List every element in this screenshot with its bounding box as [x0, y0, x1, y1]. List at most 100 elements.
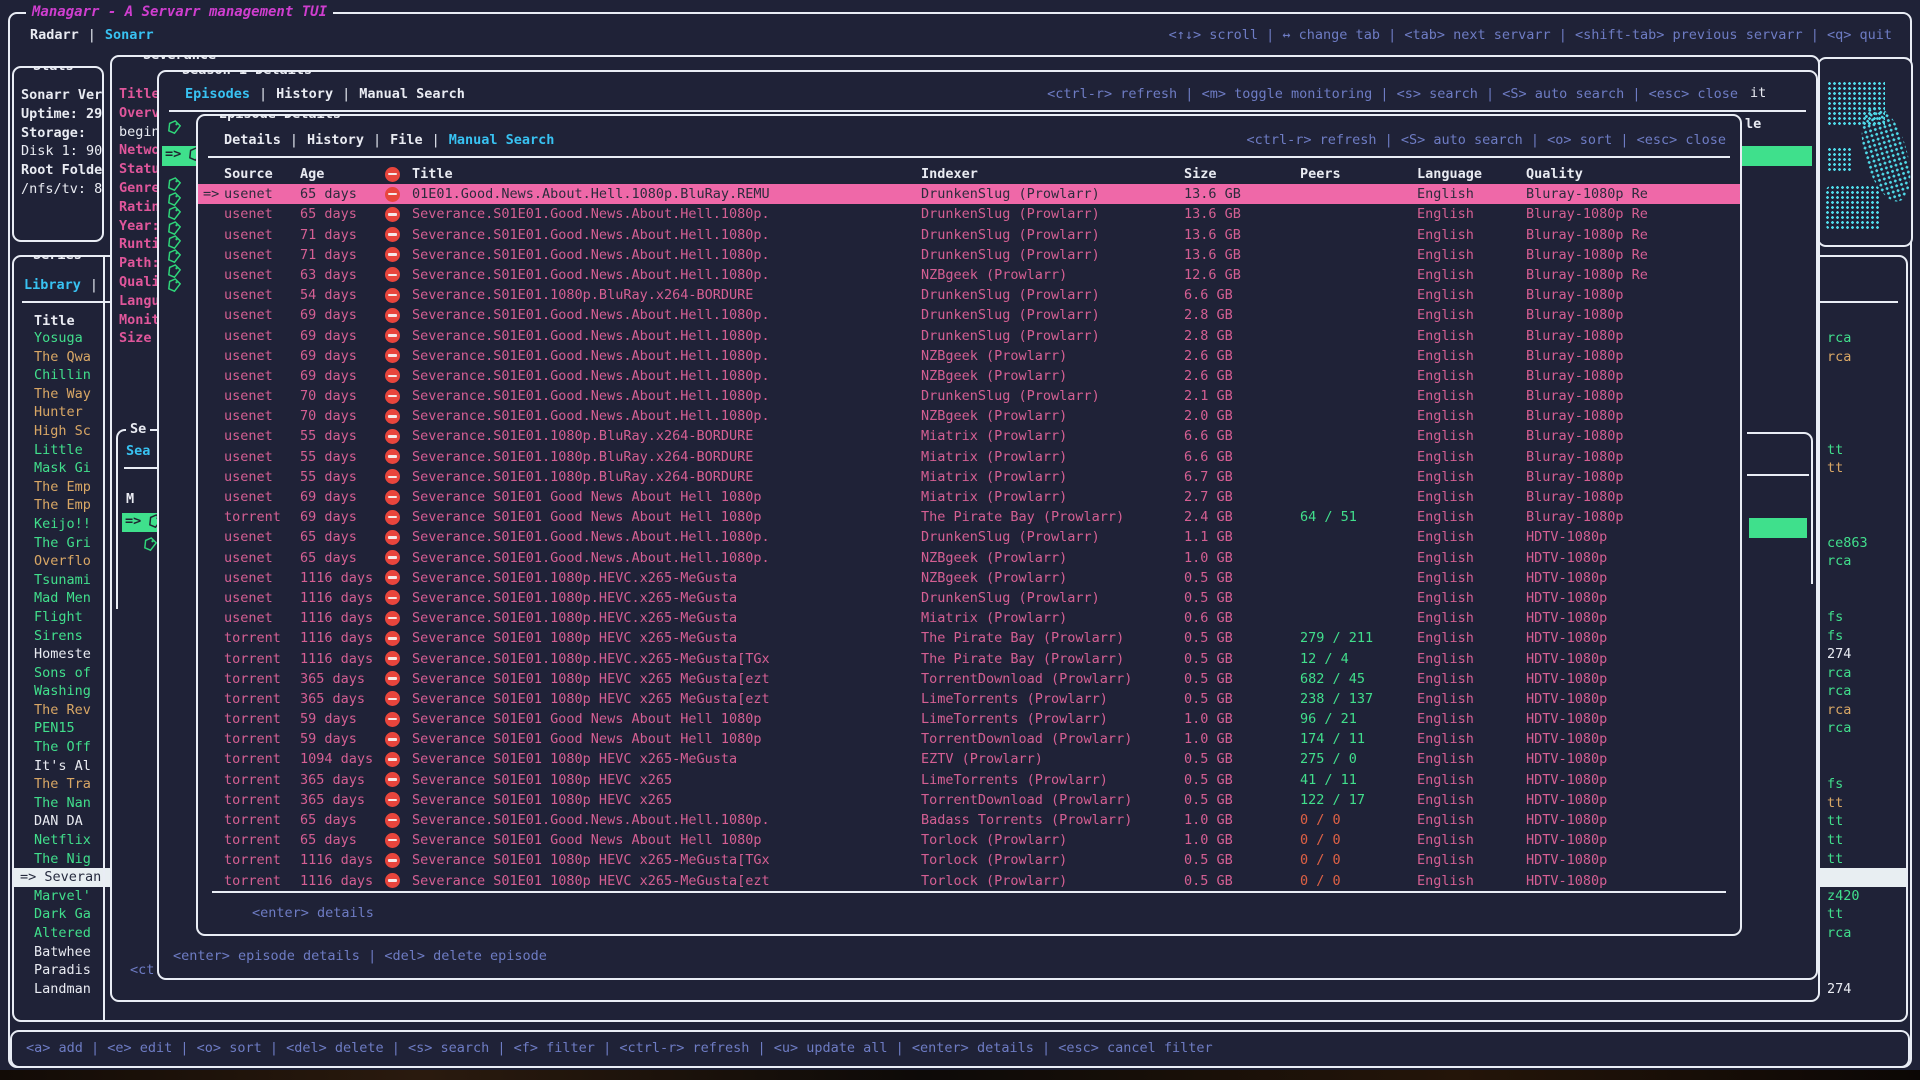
- library-keybinds: <a> add | <e> edit | <o> sort | <del> de…: [26, 1040, 1213, 1056]
- search-result-row[interactable]: torrent59 daysSeverance S01E01 Good News…: [198, 729, 1740, 749]
- rejected-icon: [385, 490, 400, 505]
- search-result-row[interactable]: torrent1116 daysSeverance.S01E01.1080p.H…: [198, 649, 1740, 669]
- result-quality: HDTV-1080p: [1526, 850, 1740, 870]
- result-language: English: [1417, 204, 1526, 224]
- result-title: Severance S01E01 Good News About Hell 10…: [412, 830, 921, 850]
- search-result-row[interactable]: torrent65 daysSeverance S01E01 Good News…: [198, 830, 1740, 850]
- result-title: Severance.S01E01.1080p.HEVC.x265-MeGusta: [412, 568, 921, 588]
- search-result-row[interactable]: usenet1116 daysSeverance.S01E01.1080p.HE…: [198, 588, 1740, 608]
- search-result-row[interactable]: usenet1116 daysSeverance.S01E01.1080p.HE…: [198, 608, 1740, 628]
- seasons-box-tab[interactable]: Sea: [126, 443, 150, 459]
- search-result-row[interactable]: torrent69 daysSeverance S01E01 Good News…: [198, 507, 1740, 527]
- result-size: 0.5 GB: [1184, 628, 1300, 648]
- rejected-icon: [385, 429, 400, 444]
- search-result-row[interactable]: torrent365 daysSeverance S01E01 1080p HE…: [198, 669, 1740, 689]
- search-result-row[interactable]: usenet55 daysSeverance.S01E01.1080p.BluR…: [198, 426, 1740, 446]
- search-result-row[interactable]: usenet55 daysSeverance.S01E01.1080p.BluR…: [198, 447, 1740, 467]
- search-result-row[interactable]: usenet63 daysSeverance.S01E01.Good.News.…: [198, 265, 1740, 285]
- search-result-row[interactable]: torrent59 daysSeverance S01E01 Good News…: [198, 709, 1740, 729]
- search-result-row[interactable]: usenet71 daysSeverance.S01E01.Good.News.…: [198, 245, 1740, 265]
- result-age: 69 days: [300, 346, 372, 366]
- result-rejected: [372, 487, 412, 507]
- result-rejected: [372, 285, 412, 305]
- tab-library[interactable]: Library: [24, 277, 81, 293]
- result-source: torrent: [224, 689, 300, 709]
- result-title: Severance.S01E01.Good.News.About.Hell.10…: [412, 225, 921, 245]
- search-result-row[interactable]: torrent1094 daysSeverance S01E01 1080p H…: [198, 749, 1740, 769]
- search-result-row[interactable]: usenet54 daysSeverance.S01E01.1080p.BluR…: [198, 285, 1740, 305]
- library-column-header: Title: [34, 313, 75, 329]
- result-size: 2.8 GB: [1184, 326, 1300, 346]
- result-indexer: The Pirate Bay (Prowlarr): [921, 507, 1184, 527]
- result-title: Severance.S01E01.1080p.HEVC.x265-MeGusta: [412, 588, 921, 608]
- episode-footer-divider: [212, 891, 1726, 893]
- result-age: 365 days: [300, 669, 372, 689]
- search-result-row[interactable]: usenet70 daysSeverance.S01E01.Good.News.…: [198, 386, 1740, 406]
- monitored-tag-icon: [168, 206, 181, 221]
- result-rejected: [372, 305, 412, 325]
- result-language: English: [1417, 649, 1526, 669]
- result-age: 54 days: [300, 285, 372, 305]
- result-size: 0.5 GB: [1184, 568, 1300, 588]
- search-result-row[interactable]: usenet69 daysSeverance.S01E01.Good.News.…: [198, 366, 1740, 386]
- search-result-row[interactable]: torrent365 daysSeverance S01E01 1080p HE…: [198, 689, 1740, 709]
- search-result-row[interactable]: usenet1116 daysSeverance.S01E01.1080p.HE…: [198, 568, 1740, 588]
- result-age: 55 days: [300, 447, 372, 467]
- search-result-row[interactable]: usenet70 daysSeverance.S01E01.Good.News.…: [198, 406, 1740, 426]
- result-indexer: DrunkenSlug (Prowlarr): [921, 184, 1184, 204]
- search-result-row[interactable]: usenet69 daysSeverance S01E01 Good News …: [198, 487, 1740, 507]
- tab-history[interactable]: History: [307, 132, 364, 148]
- result-source: torrent: [224, 649, 300, 669]
- search-result-row[interactable]: torrent65 daysSeverance.S01E01.Good.News…: [198, 810, 1740, 830]
- series-field-label: Langu: [119, 292, 160, 311]
- series-title: The Way: [14, 386, 91, 402]
- result-rejected: [372, 184, 412, 204]
- rejected-icon: [385, 449, 400, 464]
- column-header-rejected-icon: [372, 164, 412, 184]
- tab-manual-search[interactable]: Manual Search: [449, 132, 555, 148]
- tab-sonarr[interactable]: Sonarr: [105, 27, 154, 43]
- rejected-icon: [385, 308, 400, 323]
- result-title: Severance S01E01 1080p HEVC x265-MeGusta…: [412, 871, 921, 891]
- result-indexer: DrunkenSlug (Prowlarr): [921, 204, 1184, 224]
- result-indexer: TorrentDownload (Prowlarr): [921, 669, 1184, 689]
- rejected-icon: [385, 651, 400, 666]
- result-indexer: Miatrix (Prowlarr): [921, 426, 1184, 446]
- selection-marker: [198, 669, 224, 689]
- result-indexer: The Pirate Bay (Prowlarr): [921, 649, 1184, 669]
- search-result-row[interactable]: =>usenet65 days01E01.Good.News.About.Hel…: [198, 184, 1740, 204]
- search-result-row[interactable]: torrent1116 daysSeverance S01E01 1080p H…: [198, 628, 1740, 648]
- desktop-wallpaper-strip: [0, 1070, 1920, 1080]
- selection-marker: [198, 689, 224, 709]
- search-result-row[interactable]: torrent365 daysSeverance S01E01 1080p HE…: [198, 770, 1740, 790]
- tab-radarr[interactable]: Radarr: [30, 27, 79, 43]
- seasons-box-title: Se: [126, 421, 150, 437]
- search-result-row[interactable]: usenet69 daysSeverance.S01E01.Good.News.…: [198, 346, 1740, 366]
- background-column-fragment: fs: [1827, 627, 1843, 646]
- selection-marker: [198, 850, 224, 870]
- selection-marker: [198, 225, 224, 245]
- tab-file[interactable]: File: [390, 132, 423, 148]
- search-result-row[interactable]: torrent1116 daysSeverance S01E01 1080p H…: [198, 871, 1740, 891]
- search-result-row[interactable]: usenet55 daysSeverance.S01E01.1080p.BluR…: [198, 467, 1740, 487]
- search-result-row[interactable]: usenet69 daysSeverance.S01E01.Good.News.…: [198, 305, 1740, 325]
- search-result-row[interactable]: usenet71 daysSeverance.S01E01.Good.News.…: [198, 225, 1740, 245]
- search-result-row[interactable]: usenet65 daysSeverance.S01E01.Good.News.…: [198, 204, 1740, 224]
- result-indexer: EZTV (Prowlarr): [921, 749, 1184, 769]
- search-result-row[interactable]: torrent365 daysSeverance S01E01 1080p HE…: [198, 790, 1740, 810]
- tab-details[interactable]: Details: [224, 132, 281, 148]
- result-peers: 0 / 0: [1300, 830, 1417, 850]
- result-age: 70 days: [300, 386, 372, 406]
- result-quality: Bluray-1080p Re: [1526, 184, 1740, 204]
- search-result-row[interactable]: usenet69 daysSeverance.S01E01.Good.News.…: [198, 326, 1740, 346]
- result-peers: [1300, 588, 1417, 608]
- episode-popup-title: Episode Details: [214, 114, 346, 122]
- result-source: usenet: [224, 487, 300, 507]
- episode-tabs: Details|History|File|Manual Search: [224, 132, 554, 148]
- search-result-row[interactable]: usenet65 daysSeverance.S01E01.Good.News.…: [198, 548, 1740, 568]
- search-result-row[interactable]: torrent1116 daysSeverance S01E01 1080p H…: [198, 850, 1740, 870]
- result-title: Severance.S01E01.Good.News.About.Hell.10…: [412, 204, 921, 224]
- result-indexer: TorrentDownload (Prowlarr): [921, 790, 1184, 810]
- rejected-icon: [385, 207, 400, 222]
- search-result-row[interactable]: usenet65 daysSeverance.S01E01.Good.News.…: [198, 527, 1740, 547]
